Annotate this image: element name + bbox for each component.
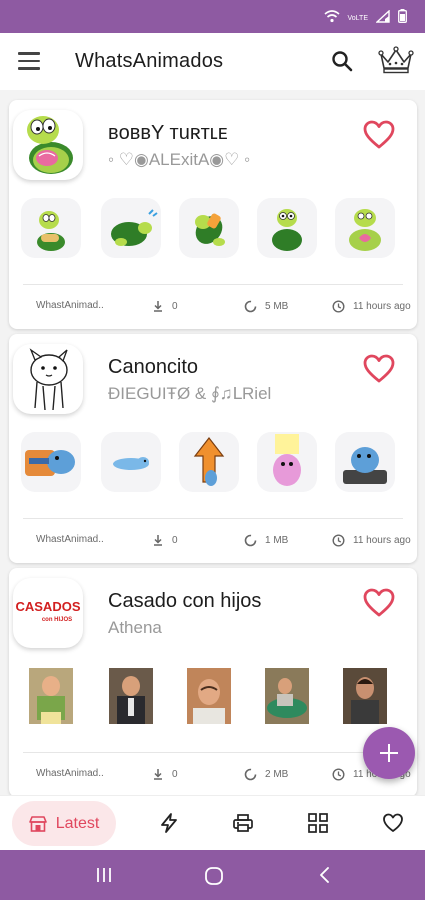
sticker-preview[interactable] bbox=[335, 666, 395, 726]
search-icon[interactable] bbox=[330, 49, 354, 73]
system-navigation-bar bbox=[0, 850, 425, 900]
pack-name: Casado con hijos bbox=[108, 590, 262, 612]
sticker-preview[interactable] bbox=[101, 198, 161, 258]
sticker-preview[interactable] bbox=[257, 666, 317, 726]
sticker-pack-card[interactable]: CASADOS con HIJOS Casado con hijos Athen… bbox=[9, 568, 417, 797]
updated-time: 11 hours ago bbox=[353, 535, 411, 546]
divider bbox=[23, 752, 403, 753]
casados-logo-subtext: con HIJOS bbox=[42, 617, 72, 623]
wifi-icon bbox=[323, 9, 340, 28]
sticker-preview[interactable] bbox=[179, 198, 239, 258]
pack-size: 2 MB bbox=[265, 769, 289, 780]
updated-stat: 11 hours ago bbox=[332, 534, 411, 547]
sticker-preview[interactable] bbox=[101, 432, 161, 492]
crown-icon[interactable] bbox=[378, 45, 414, 75]
store-icon bbox=[28, 815, 47, 832]
bottom-navigation: Latest bbox=[0, 795, 425, 850]
sticker-preview[interactable] bbox=[257, 198, 317, 258]
sticker-preview[interactable] bbox=[179, 666, 239, 726]
pack-tray-icon: CASADOS con HIJOS bbox=[13, 578, 83, 648]
grid-icon[interactable] bbox=[307, 812, 329, 834]
download-icon bbox=[154, 535, 162, 546]
downloads-stat: 0 bbox=[152, 768, 178, 780]
sticker-previews bbox=[9, 666, 417, 728]
battery-icon bbox=[398, 9, 407, 28]
sticker-preview[interactable] bbox=[21, 432, 81, 492]
back-icon[interactable] bbox=[318, 866, 332, 889]
publisher-label: WhastAnimad.. bbox=[36, 300, 104, 311]
favorite-heart-icon[interactable] bbox=[363, 354, 395, 384]
publisher-label: WhastAnimad.. bbox=[36, 534, 104, 545]
favorite-heart-icon[interactable] bbox=[363, 588, 395, 618]
pack-author: ĐIEGUIŦØ & ∮♫ᒪRiel bbox=[108, 384, 272, 403]
app-bar: WhatsAnimados bbox=[0, 33, 425, 90]
status-bar: VoLTE bbox=[0, 0, 425, 33]
sticker-previews bbox=[9, 198, 417, 260]
sticker-preview[interactable] bbox=[21, 666, 81, 726]
pack-tray-icon bbox=[13, 110, 83, 180]
download-icon bbox=[154, 301, 162, 312]
sticker-pack-list[interactable]: ʙᴏʙʙY ᴛuʀᴛʟᴇ ◦ ♡◉ALExitA◉♡ ◦ WhastAnimad… bbox=[0, 90, 425, 845]
add-pack-button[interactable] bbox=[363, 727, 415, 779]
sticker-preview[interactable] bbox=[101, 666, 161, 726]
pack-author: Athena bbox=[108, 618, 162, 637]
casados-logo-text: CASADOS bbox=[15, 599, 80, 614]
sticker-preview[interactable] bbox=[179, 432, 239, 492]
sticker-preview[interactable] bbox=[21, 198, 81, 258]
size-stat: 2 MB bbox=[244, 768, 288, 781]
signal-icon bbox=[375, 8, 390, 28]
size-circle-icon bbox=[244, 534, 257, 547]
recents-icon[interactable] bbox=[95, 866, 113, 889]
sticker-preview[interactable] bbox=[257, 432, 317, 492]
sticker-preview[interactable] bbox=[335, 432, 395, 492]
printer-icon[interactable] bbox=[232, 812, 254, 834]
sticker-pack-card[interactable]: ʙᴏʙʙY ᴛuʀᴛʟᴇ ◦ ♡◉ALExitA◉♡ ◦ WhastAnimad… bbox=[9, 100, 417, 329]
pack-size: 5 MB bbox=[265, 301, 289, 312]
home-icon[interactable] bbox=[204, 866, 224, 891]
pack-size: 1 MB bbox=[265, 535, 289, 546]
favorite-heart-icon[interactable] bbox=[363, 120, 395, 150]
pack-name: ʙᴏʙʙY ᴛuʀᴛʟᴇ bbox=[108, 122, 228, 144]
downloads-stat: 0 bbox=[152, 300, 178, 312]
size-circle-icon bbox=[244, 300, 257, 313]
publisher-label: WhastAnimad.. bbox=[36, 768, 104, 779]
heart-icon[interactable] bbox=[382, 812, 404, 834]
downloads-count: 0 bbox=[172, 300, 178, 312]
sticker-previews bbox=[9, 432, 417, 494]
divider bbox=[23, 518, 403, 519]
clock-icon bbox=[332, 300, 345, 313]
nav-latest-tab[interactable]: Latest bbox=[12, 801, 116, 846]
downloads-count: 0 bbox=[172, 534, 178, 546]
size-circle-icon bbox=[244, 768, 257, 781]
menu-icon[interactable] bbox=[18, 52, 40, 70]
clock-icon bbox=[332, 534, 345, 547]
app-title: WhatsAnimados bbox=[75, 50, 224, 72]
volte-icon: VoLTE bbox=[347, 15, 369, 22]
divider bbox=[23, 284, 403, 285]
updated-stat: 11 hours ago bbox=[332, 300, 411, 313]
clock-icon bbox=[332, 768, 345, 781]
size-stat: 1 MB bbox=[244, 534, 288, 547]
bolt-icon[interactable] bbox=[158, 812, 180, 834]
downloads-count: 0 bbox=[172, 768, 178, 780]
nav-latest-label: Latest bbox=[55, 814, 100, 832]
updated-time: 11 hours ago bbox=[353, 301, 411, 312]
download-icon bbox=[154, 769, 162, 780]
sticker-preview[interactable] bbox=[335, 198, 395, 258]
pack-tray-icon bbox=[13, 344, 83, 414]
downloads-stat: 0 bbox=[152, 534, 178, 546]
pack-author: ◦ ♡◉ALExitA◉♡ ◦ bbox=[108, 150, 251, 169]
pack-name: Canoncito bbox=[108, 356, 199, 378]
sticker-pack-card[interactable]: Canoncito ĐIEGUIŦØ & ∮♫ᒪRiel WhastAnimad… bbox=[9, 334, 417, 563]
size-stat: 5 MB bbox=[244, 300, 288, 313]
